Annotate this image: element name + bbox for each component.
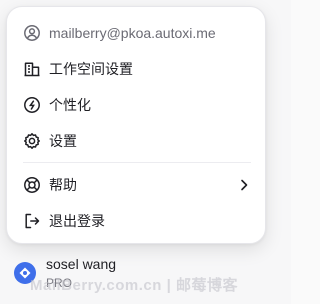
menu-item-workspace-settings[interactable]: 工作空间设置: [15, 53, 257, 85]
account-email: mailberry@pkoa.autoxi.me: [49, 25, 216, 41]
menu-item-personalize[interactable]: 个性化: [15, 89, 257, 121]
menu-item-label: 工作空间设置: [49, 61, 133, 77]
menu-item-settings[interactable]: 设置: [15, 125, 257, 157]
menu-item-logout[interactable]: 退出登录: [15, 205, 257, 237]
menu-item-label: 退出登录: [49, 213, 105, 229]
menu-item-help[interactable]: 帮助: [15, 169, 257, 201]
menu-item-label: 设置: [49, 133, 77, 149]
menu-item-label: 个性化: [49, 97, 91, 113]
account-menu-popover: mailberry@pkoa.autoxi.me 工作空间设置 个性化 设置 帮…: [6, 6, 266, 244]
user-name: sosel wang: [46, 256, 117, 272]
lifebuoy-icon: [23, 176, 41, 194]
account-email-item: mailberry@pkoa.autoxi.me: [15, 17, 257, 49]
gear-icon: [23, 132, 41, 150]
page: mailberry@pkoa.autoxi.me 工作空间设置 个性化 设置 帮…: [0, 0, 291, 304]
user-circle-icon: [23, 24, 41, 42]
personalize-icon: [23, 96, 41, 114]
menu-divider: [23, 162, 251, 163]
chevron-right-icon: [235, 176, 253, 194]
watermark: MailBerry.com.cn | 邮莓博客: [30, 277, 238, 294]
logout-icon: [23, 212, 41, 230]
menu-item-label: 帮助: [49, 177, 77, 193]
workspace-building-icon: [23, 60, 41, 78]
